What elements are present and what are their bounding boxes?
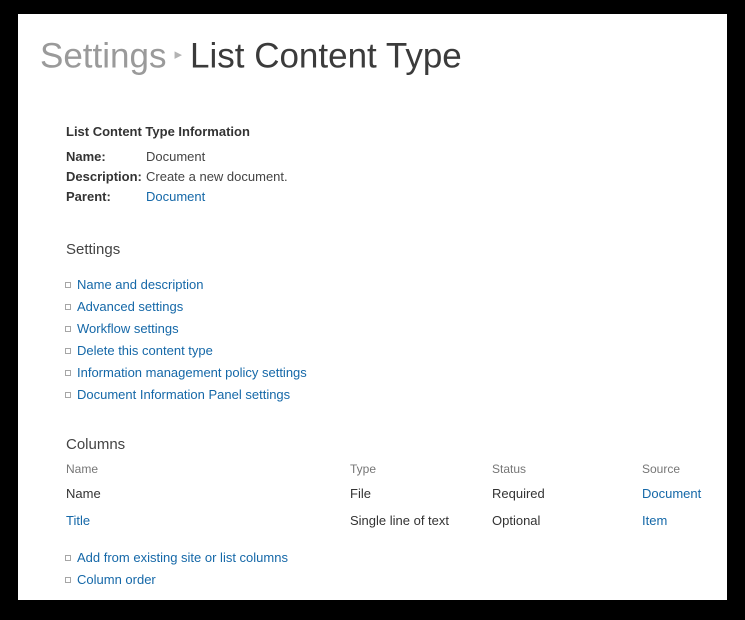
columns-section-heading: Columns — [66, 436, 126, 453]
column-header-type: Type — [350, 462, 377, 476]
page-title-breadcrumb: Settings ▸ List Content Type — [40, 32, 462, 84]
column-header-status: Status — [492, 462, 527, 476]
settings-link-workflow-settings[interactable]: Workflow settings — [65, 318, 307, 340]
cell-column-name: Name — [66, 486, 350, 513]
info-value-description: Create a new document. — [146, 169, 288, 184]
link-label[interactable]: Add from existing site or list columns — [77, 550, 288, 565]
link-label[interactable]: Advanced settings — [77, 299, 183, 314]
column-type-text: File — [350, 486, 371, 501]
column-type-text: Single line of text — [350, 513, 450, 528]
chevron-right-icon: ▸ — [174, 46, 182, 63]
square-bullet-icon — [65, 577, 71, 583]
column-header-name: Name — [66, 462, 99, 476]
info-heading: List Content Type Information — [66, 124, 250, 139]
settings-section-heading: Settings — [66, 241, 121, 258]
info-label-name: Name: — [66, 149, 106, 164]
cell-column-source: Document — [642, 486, 706, 513]
square-bullet-icon — [65, 555, 71, 561]
page-title: List Content Type — [190, 36, 462, 76]
table-row: Title Single line of text Optional Item — [66, 513, 706, 540]
settings-link-document-information-panel-settings[interactable]: Document Information Panel settings — [65, 384, 307, 406]
settings-link-list: Name and description Advanced settings W… — [65, 274, 307, 406]
columns-table: Name Type Status Source Name File Requir… — [66, 462, 706, 540]
content-page: Settings ▸ List Content Type List Content … — [18, 14, 727, 600]
columns-link-list: Add from existing site or list columns C… — [65, 547, 288, 591]
square-bullet-icon — [65, 370, 71, 376]
columns-link-column-order[interactable]: Column order — [65, 569, 288, 591]
settings-link-advanced-settings[interactable]: Advanced settings — [65, 296, 307, 318]
square-bullet-icon — [65, 348, 71, 354]
table-header-row: Name Type Status Source — [66, 462, 706, 486]
cell-column-status: Required — [492, 486, 642, 513]
column-source-link[interactable]: Document — [642, 486, 701, 501]
info-label-parent: Parent: — [66, 189, 111, 204]
breadcrumb-settings-link[interactable]: Settings — [40, 36, 166, 75]
link-label[interactable]: Delete this content type — [77, 343, 213, 358]
link-label[interactable]: Name and description — [77, 277, 203, 292]
column-status-text: Required — [492, 486, 545, 501]
settings-link-information-management-policy-settings[interactable]: Information management policy settings — [65, 362, 307, 384]
link-label[interactable]: Document Information Panel settings — [77, 387, 290, 402]
info-value-name: Document — [146, 149, 206, 164]
cell-column-source: Item — [642, 513, 706, 540]
info-row-description: Description: Create a new document. — [66, 167, 288, 187]
cell-column-name: Title — [66, 513, 350, 540]
info-row-name: Name: Document — [66, 147, 288, 167]
cell-column-status: Optional — [492, 513, 642, 540]
square-bullet-icon — [65, 304, 71, 310]
column-name-link[interactable]: Title — [66, 513, 90, 528]
square-bullet-icon — [65, 392, 71, 398]
table-row: Name File Required Document — [66, 486, 706, 513]
settings-link-name-and-description[interactable]: Name and description — [65, 274, 307, 296]
info-row-parent: Parent: Document — [66, 187, 288, 207]
link-label[interactable]: Workflow settings — [77, 321, 179, 336]
link-label[interactable]: Column order — [77, 572, 156, 587]
column-name-text: Name — [66, 486, 101, 501]
cell-column-type: File — [350, 486, 492, 513]
list-content-type-information: List Content Type Information Name: Docu… — [66, 124, 288, 207]
square-bullet-icon — [65, 282, 71, 288]
info-value-parent-link[interactable]: Document — [146, 187, 205, 207]
columns-link-add-from-existing-columns[interactable]: Add from existing site or list columns — [65, 547, 288, 569]
square-bullet-icon — [65, 326, 71, 332]
link-label[interactable]: Information management policy settings — [77, 365, 307, 380]
column-source-link[interactable]: Item — [642, 513, 667, 528]
info-label-description: Description: — [66, 169, 142, 184]
settings-link-delete-this-content-type[interactable]: Delete this content type — [65, 340, 307, 362]
column-status-text: Optional — [492, 513, 541, 528]
column-header-source: Source — [642, 462, 681, 476]
cell-column-type: Single line of text — [350, 513, 492, 540]
